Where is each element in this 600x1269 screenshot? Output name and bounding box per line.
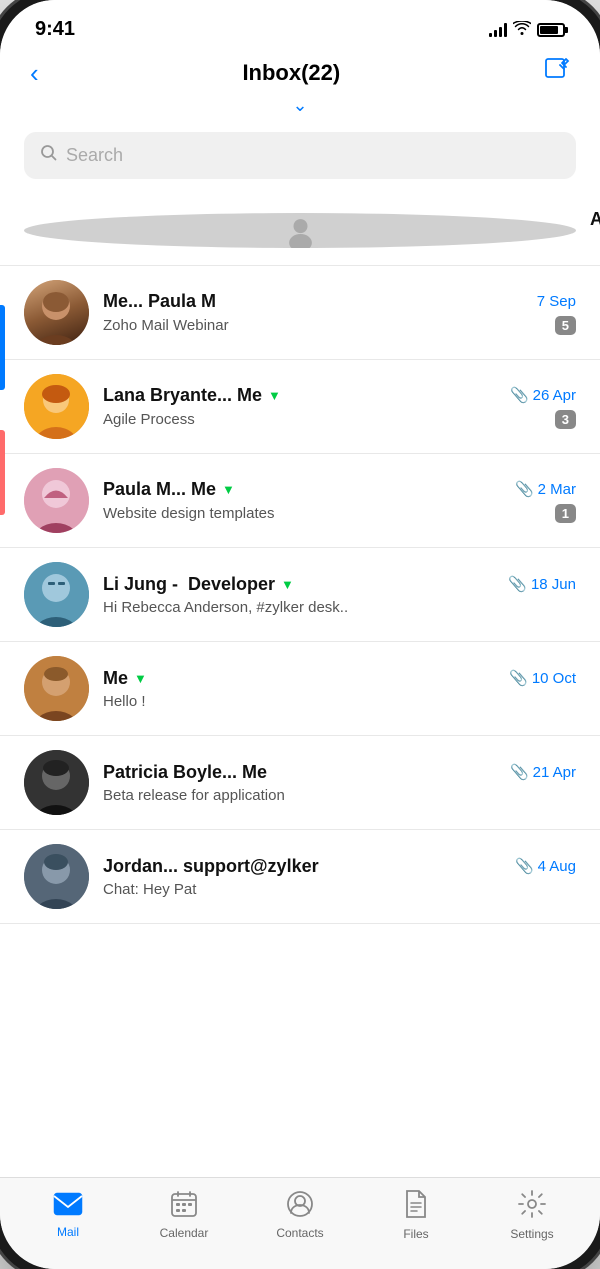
calendar-icon <box>171 1191 197 1222</box>
tab-files[interactable]: Files <box>386 1190 446 1241</box>
tab-contacts[interactable]: Contacts <box>270 1191 330 1240</box>
sender-jordan: Jordan... support@zylker <box>103 856 319 877</box>
tab-mail[interactable]: Mail <box>38 1192 98 1239</box>
tab-mail-label: Mail <box>57 1225 79 1239</box>
avatar-lijung <box>24 562 89 627</box>
unread-accent-red <box>0 430 5 515</box>
settings-icon <box>518 1190 546 1223</box>
status-bar: 9:41 <box>0 0 600 49</box>
sender-paula-me: Paula M... Me ▼ <box>103 479 235 500</box>
attachment-icon-lijung: 📎 <box>508 575 527 593</box>
email-content-paulam: Me... Paula M 7 Sep Zoho Mail Webinar 5 <box>103 291 576 335</box>
flag-icon-paulame: ▼ <box>222 482 235 497</box>
email-item-lijung[interactable]: Li Jung - Developer ▼ 📎 18 Jun Hi Rebecc… <box>0 548 600 642</box>
avatar-me <box>24 656 89 721</box>
tab-calendar[interactable]: Calendar <box>154 1191 214 1240</box>
attachment-icon-patricia: 📎 <box>510 763 529 781</box>
attachment-icon-jordan: 📎 <box>515 857 534 875</box>
status-icons <box>489 21 565 38</box>
flag-icon-lana: ▼ <box>268 388 281 403</box>
subject-paula-me: Website design templates <box>103 505 274 522</box>
nav-bar: ‹ Inbox(22) <box>0 49 600 93</box>
chevron-down-icon: ⌄ <box>292 95 307 116</box>
avatar-austin <box>24 213 576 248</box>
email-item-jordan[interactable]: Jordan... support@zylker 📎 4 Aug Chat: H… <box>0 830 600 924</box>
subject-paulam: Zoho Mail Webinar <box>103 317 229 334</box>
email-item-patricia[interactable]: Patricia Boyle... Me 📎 21 Apr Beta relea… <box>0 736 600 830</box>
email-content-lana: Lana Bryante... Me ▼ 📎 26 Apr Agile Proc… <box>103 385 576 429</box>
avatar-paulam-me <box>24 280 89 345</box>
tab-settings-label: Settings <box>510 1227 553 1241</box>
files-icon <box>404 1190 428 1223</box>
avatar-jordan <box>24 844 89 909</box>
inbox-dropdown[interactable]: ⌄ <box>0 93 600 124</box>
sender-me: Me ▼ <box>103 668 147 689</box>
date-me: 📎 10 Oct <box>509 669 576 687</box>
email-content-jordan: Jordan... support@zylker 📎 4 Aug Chat: H… <box>103 856 576 898</box>
tab-calendar-label: Calendar <box>160 1226 209 1240</box>
attachment-icon-me: 📎 <box>509 669 528 687</box>
email-content-patricia: Patricia Boyle... Me 📎 21 Apr Beta relea… <box>103 762 576 804</box>
avatar-lana <box>24 374 89 439</box>
email-item-paulam[interactable]: Me... Paula M 7 Sep Zoho Mail Webinar 5 <box>0 266 600 360</box>
tab-files-label: Files <box>403 1227 428 1241</box>
phone-frame: 9:41 ‹ Inbox(22) <box>0 0 600 1269</box>
count-badge-lana: 3 <box>555 410 576 429</box>
count-badge-paulame: 1 <box>555 504 576 523</box>
back-button[interactable]: ‹ <box>30 58 39 89</box>
email-item-paula-me[interactable]: Paula M... Me ▼ 📎 2 Mar Website design t… <box>0 454 600 548</box>
date-paula-me: 📎 2 Mar <box>515 480 576 498</box>
sender-austin: Austin <box>590 209 600 230</box>
compose-button[interactable] <box>544 57 570 89</box>
email-content-paula-me: Paula M... Me ▼ 📎 2 Mar Website design t… <box>103 479 576 523</box>
inbox-title: Inbox(22) <box>242 60 340 86</box>
subject-me: Hello ! <box>103 693 576 710</box>
search-bar[interactable]: Search <box>24 132 576 179</box>
sender-paulam: Me... Paula M <box>103 291 216 312</box>
email-list: Austin 📎 12 Jun Fwd: Beautiful Locations <box>0 195 600 1177</box>
signal-bars-icon <box>489 23 507 37</box>
email-item-lana[interactable]: Lana Bryante... Me ▼ 📎 26 Apr Agile Proc… <box>0 360 600 454</box>
tab-bar: Mail Calendar <box>0 1177 600 1269</box>
search-icon <box>40 144 58 167</box>
mail-icon <box>53 1192 83 1221</box>
count-badge-paulam: 5 <box>555 316 576 335</box>
flag-icon-lijung: ▼ <box>281 577 294 592</box>
status-time: 9:41 <box>35 18 75 41</box>
email-content-me: Me ▼ 📎 10 Oct Hello ! <box>103 668 576 710</box>
date-jordan: 📎 4 Aug <box>515 857 576 875</box>
sender-patricia: Patricia Boyle... Me <box>103 762 267 783</box>
flag-icon-me: ▼ <box>134 671 147 686</box>
battery-icon <box>537 23 565 37</box>
tab-settings[interactable]: Settings <box>502 1190 562 1241</box>
tab-contacts-label: Contacts <box>276 1226 323 1240</box>
sender-lijung: Li Jung - Developer ▼ <box>103 574 294 595</box>
subject-jordan: Chat: Hey Pat <box>103 881 576 898</box>
attachment-icon-paulame: 📎 <box>515 480 534 498</box>
date-lijung: 📎 18 Jun <box>508 575 576 593</box>
attachment-icon-lana: 📎 <box>510 386 529 404</box>
email-item-me[interactable]: Me ▼ 📎 10 Oct Hello ! <box>0 642 600 736</box>
subject-patricia: Beta release for application <box>103 787 576 804</box>
subject-lana: Agile Process <box>103 411 195 428</box>
date-lana: 📎 26 Apr <box>510 386 576 404</box>
search-placeholder: Search <box>66 145 123 166</box>
unread-accent-blue <box>0 305 5 390</box>
subject-lijung: Hi Rebecca Anderson, #zylker desk.. <box>103 599 576 616</box>
sender-lana: Lana Bryante... Me ▼ <box>103 385 281 406</box>
email-content-lijung: Li Jung - Developer ▼ 📎 18 Jun Hi Rebecc… <box>103 574 576 616</box>
email-item-austin[interactable]: Austin 📎 12 Jun Fwd: Beautiful Locations <box>0 195 600 266</box>
search-container: Search <box>0 124 600 195</box>
date-paulam: 7 Sep <box>537 293 576 310</box>
date-patricia: 📎 21 Apr <box>510 763 576 781</box>
contacts-icon <box>287 1191 313 1222</box>
wifi-icon <box>513 21 531 38</box>
avatar-patricia <box>24 750 89 815</box>
avatar-paula-me <box>24 468 89 533</box>
